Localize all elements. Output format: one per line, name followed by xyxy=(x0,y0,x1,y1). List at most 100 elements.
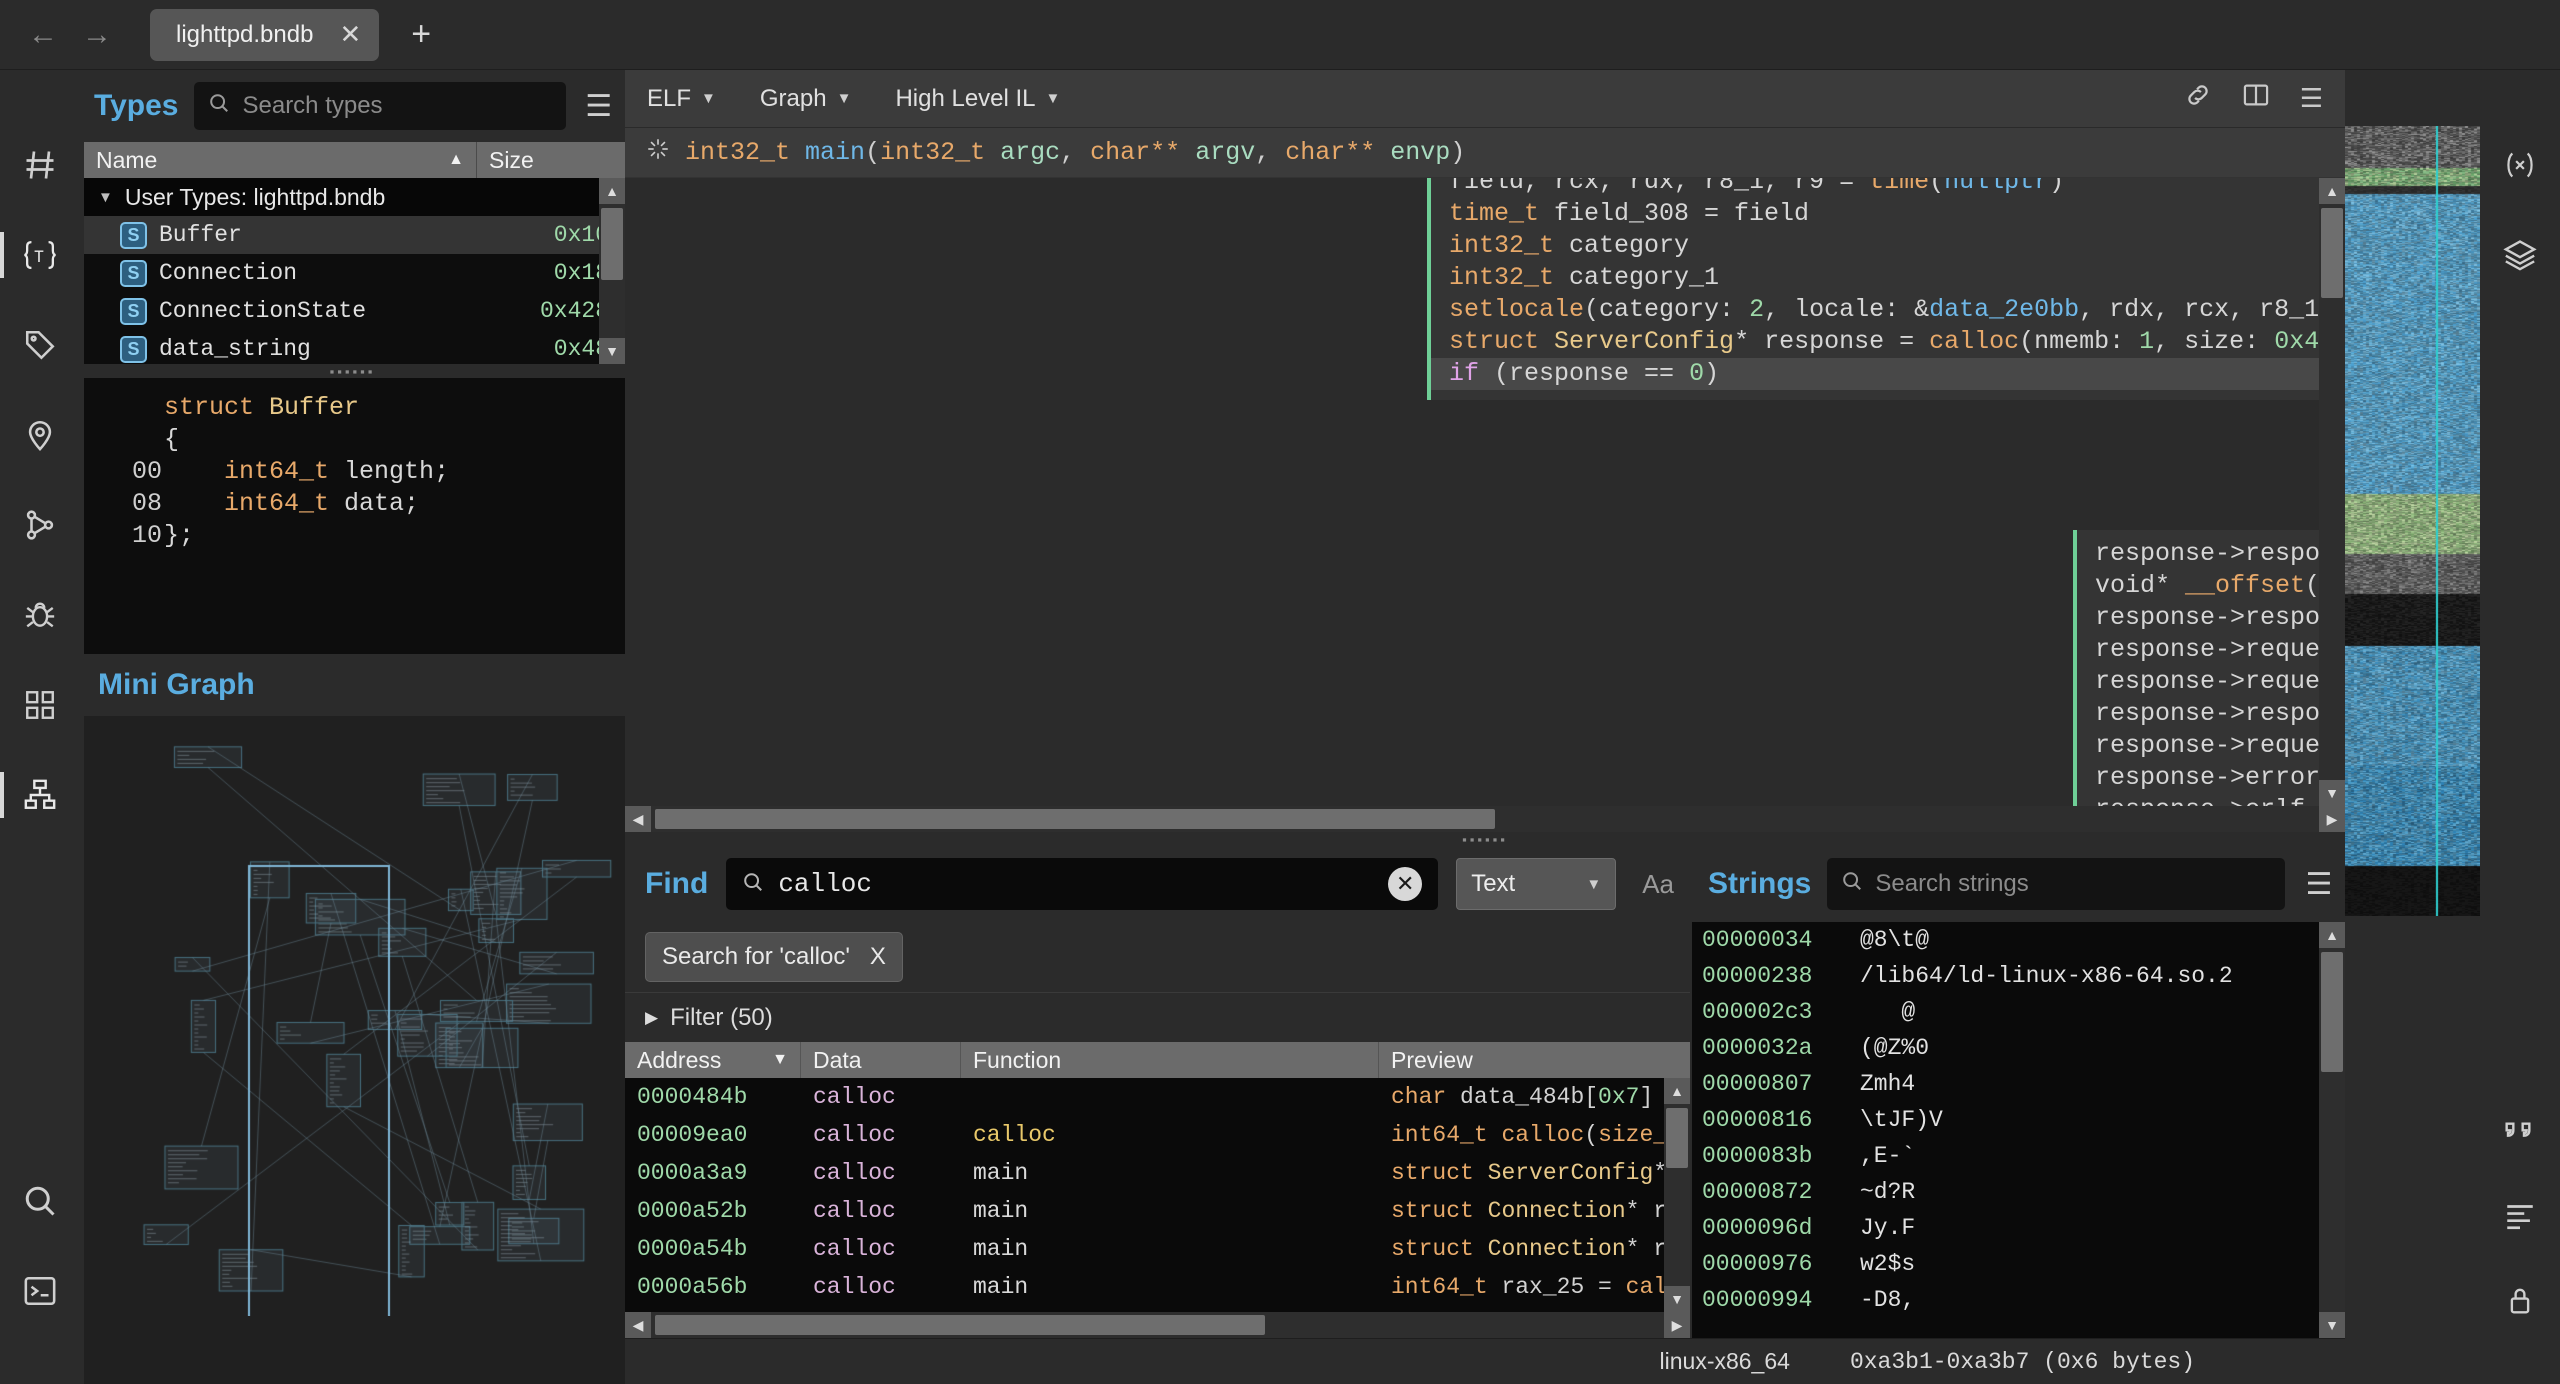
find-search-input[interactable] xyxy=(778,869,1374,899)
new-tab-button[interactable]: + xyxy=(397,15,445,54)
table-row[interactable]: S ConnectionState 0x428 xyxy=(84,292,625,330)
table-row[interactable]: S Connection 0x18 xyxy=(84,254,625,292)
back-icon[interactable]: ← xyxy=(16,8,70,62)
type-browser-icon[interactable] xyxy=(14,772,66,818)
quotes-icon[interactable] xyxy=(2494,1106,2546,1152)
bug-icon[interactable] xyxy=(14,592,66,638)
mini-graph-view[interactable] xyxy=(84,716,625,1384)
list-item[interactable]: 00000976 w2$s xyxy=(1692,1246,2345,1282)
strings-search-box[interactable] xyxy=(1827,858,2285,910)
list-item[interactable]: 00000872 ~d?R xyxy=(1692,1174,2345,1210)
table-row[interactable]: 0000a52b calloc main struct Connection* rax… xyxy=(625,1192,1690,1230)
graph-view[interactable]: ssize_t r9 field, rcx, rdx, r8_1, r9 = t… xyxy=(625,178,2345,832)
types-splitter[interactable]: ▪▪▪▪▪▪ xyxy=(80,364,625,378)
vscrollbar-thumb[interactable] xyxy=(2321,952,2343,1072)
vscrollbar-thumb[interactable] xyxy=(2321,208,2343,298)
code-line[interactable]: response->response_body = buffer_init() xyxy=(2095,603,2345,632)
scroll-down-icon[interactable]: ▼ xyxy=(599,338,625,364)
graph-hscrollbar[interactable]: ◀ ▶ xyxy=(625,806,2345,832)
list-item[interactable]: 0000083b ,E-` xyxy=(1692,1138,2345,1174)
column-header-address[interactable]: Address ▼ xyxy=(625,1042,801,1078)
components-icon[interactable] xyxy=(14,682,66,728)
scroll-down-icon[interactable]: ▼ xyxy=(2319,1312,2345,1338)
table-row[interactable]: 0000484b calloc char data_484b[0x7] = "cal xyxy=(625,1078,1690,1116)
column-header-data[interactable]: Data xyxy=(801,1042,961,1078)
types-menu-icon[interactable]: ☰ xyxy=(582,89,615,124)
symbols-icon[interactable] xyxy=(14,142,66,188)
list-item[interactable]: 00000034 @8\t@ xyxy=(1692,922,2345,958)
list-item[interactable]: 00000807 Zmh4 xyxy=(1692,1066,2345,1102)
hscrollbar-thumb[interactable] xyxy=(655,809,1495,829)
code-line[interactable]: response->response_buffer = buffer_init(… xyxy=(2095,699,2345,728)
forward-icon[interactable]: → xyxy=(70,8,124,62)
graph-node-entry[interactable]: ssize_t r9 field, rcx, rdx, r8_1, r9 = t… xyxy=(1427,178,2345,400)
match-case-button[interactable]: Aa xyxy=(1634,869,1682,900)
table-row[interactable]: 0000a3a9 calloc main struct ServerConfig* r… xyxy=(625,1154,1690,1192)
code-line[interactable]: int32_t category_1 xyxy=(1449,263,1719,292)
strings-search-input[interactable] xyxy=(1875,870,2271,898)
list-item[interactable]: 00000238/lib64/ld-linux-x86-64.so.2 xyxy=(1692,958,2345,994)
code-line[interactable]: struct ServerConfig* response = calloc(n… xyxy=(1449,327,2345,356)
code-line[interactable]: response->request_buffer = buffer_init() xyxy=(2095,731,2345,760)
strings-menu-icon[interactable]: ☰ xyxy=(2301,867,2337,902)
view-menu-icon[interactable]: ☰ xyxy=(2300,83,2323,114)
scroll-up-icon[interactable]: ▲ xyxy=(599,178,625,204)
close-icon[interactable]: X xyxy=(870,943,886,971)
variables-icon[interactable] xyxy=(2494,142,2546,188)
list-item[interactable]: 00000994 -D8, xyxy=(1692,1282,2345,1318)
table-row[interactable]: 0000a54b calloc main struct Connection* rax… xyxy=(625,1230,1690,1268)
table-row[interactable]: S Buffer 0x10 xyxy=(84,216,625,254)
code-line[interactable]: response->request_header = buffer_init() xyxy=(2095,635,2345,664)
memory-map-icon[interactable] xyxy=(14,412,66,458)
split-pane-icon[interactable] xyxy=(2242,81,2270,116)
scroll-left-icon[interactable]: ◀ xyxy=(625,1312,651,1338)
scroll-right-icon[interactable]: ▶ xyxy=(1664,1312,1690,1338)
list-item[interactable]: 0000096d Jy.F xyxy=(1692,1210,2345,1246)
scroll-down-icon[interactable]: ▼ xyxy=(2319,780,2345,806)
code-line[interactable]: void* __offset(ServerConfig, 0x200) i = … xyxy=(2095,571,2345,600)
find-search-box[interactable]: ✕ xyxy=(726,858,1438,910)
find-hscrollbar[interactable]: ◀ ▶ xyxy=(625,1312,1690,1338)
console-icon[interactable] xyxy=(14,1268,66,1314)
scroll-down-icon[interactable]: ▼ xyxy=(1664,1286,1690,1312)
hscrollbar-thumb[interactable] xyxy=(655,1315,1265,1335)
cross-references-icon[interactable] xyxy=(14,502,66,548)
filter-toggle[interactable]: ▶ Filter (50) xyxy=(625,992,1690,1042)
log-icon[interactable] xyxy=(2494,1192,2546,1238)
column-header-name[interactable]: Name ▲ xyxy=(84,142,477,178)
graph-bottom-splitter[interactable]: ▪▪▪▪▪▪ xyxy=(625,832,2345,846)
graph-node-body[interactable]: response->response_header = buffer_init(… xyxy=(2073,530,2345,832)
il-level-dropdown[interactable]: High Level IL ▼ xyxy=(895,85,1060,113)
types-group-row[interactable]: ▼ User Types: lighttpd.bndb xyxy=(84,178,625,216)
column-header-size[interactable]: Size xyxy=(477,142,625,178)
layers-icon[interactable] xyxy=(2494,232,2546,278)
entropy-strip[interactable] xyxy=(2345,126,2480,916)
code-line[interactable]: response->response_header = buffer_init(… xyxy=(2095,539,2345,568)
scrollbar-thumb[interactable] xyxy=(601,208,623,280)
code-line[interactable]: int32_t category xyxy=(1449,231,1689,260)
scroll-right-icon[interactable]: ▶ xyxy=(2319,806,2345,832)
code-line[interactable]: field, rcx, rdx, r8_1, r9 = time(nullptr… xyxy=(1449,178,2064,196)
lock-icon[interactable] xyxy=(2494,1278,2546,1324)
code-line[interactable]: time_t field_308 = field xyxy=(1449,199,1809,228)
scroll-up-icon[interactable]: ▲ xyxy=(2319,178,2345,204)
column-header-preview[interactable]: Preview xyxy=(1379,1042,1690,1078)
column-header-function[interactable]: Function xyxy=(961,1042,1379,1078)
code-line[interactable]: response->error_handler = buffer_init() xyxy=(2095,763,2345,792)
list-item[interactable]: 00000816 \tJF)V xyxy=(1692,1102,2345,1138)
code-line[interactable]: setlocale(category: 2, locale: &data_2e0… xyxy=(1449,295,2345,324)
table-row[interactable]: 00009ea0 calloc calloc int64_t calloc(size_… xyxy=(625,1116,1690,1154)
search-chip[interactable]: Search for 'calloc' X xyxy=(645,932,903,982)
clear-icon[interactable]: ✕ xyxy=(1388,867,1422,901)
types-icon[interactable]: T xyxy=(14,232,66,278)
list-item[interactable]: 000002c3 @ xyxy=(1692,994,2345,1030)
struct-definition-editor[interactable]: struct Buffer{00 int64_t length; 08 int64… xyxy=(84,378,625,654)
tags-icon[interactable] xyxy=(14,322,66,368)
sunburst-icon[interactable] xyxy=(645,136,671,170)
chevron-down-icon[interactable]: ▼ xyxy=(98,189,113,206)
types-search-input[interactable] xyxy=(242,92,552,120)
find-vscrollbar[interactable]: ▲ ▼ xyxy=(1664,1078,1690,1312)
code-line[interactable]: response->request_body = buffer_init() xyxy=(2095,667,2345,696)
tab-lighttpd-bndb[interactable]: lighttpd.bndb ✕ xyxy=(150,9,379,61)
types-search-box[interactable] xyxy=(194,82,566,130)
